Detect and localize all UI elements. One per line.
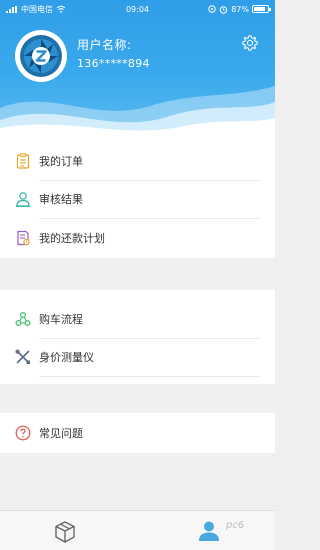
menu-item-faq[interactable]: 常见问题 <box>0 414 275 452</box>
menu-item-repayment-plan[interactable]: 我的还款计划 <box>0 219 275 257</box>
cube-icon[interactable] <box>53 520 77 544</box>
person-icon <box>16 192 30 207</box>
divider <box>39 376 260 377</box>
battery-icon <box>252 5 271 13</box>
menu-label: 审核结果 <box>39 193 83 206</box>
status-time: 09:04 <box>125 4 150 14</box>
plan-document-icon <box>17 230 30 246</box>
menu-group-faq: 常见问题 <box>0 413 275 453</box>
menu-item-value-meter[interactable]: 身价测量仪 <box>0 338 275 376</box>
menu-item-my-orders[interactable]: 我的订单 <box>0 142 275 180</box>
avatar[interactable] <box>15 30 67 82</box>
battery-level <box>254 7 266 11</box>
watermark: pc6 <box>226 520 245 531</box>
menu-label: 购车流程 <box>39 313 83 326</box>
header-wave <box>0 86 275 138</box>
camera-lens-logo-icon <box>20 35 62 77</box>
menu-label: 我的还款计划 <box>39 232 105 245</box>
settings-gear-icon[interactable] <box>241 34 259 52</box>
menu-item-review-result[interactable]: 审核结果 <box>0 180 275 218</box>
menu-group-orders: 我的订单 审核结果 我的还款计划 <box>0 138 275 258</box>
profile-header: 中国电信 09:04 87% 用户名称: 136*****894 <box>0 0 275 138</box>
menu-item-car-purchase-flow[interactable]: 购车流程 <box>0 300 275 338</box>
clipboard-icon <box>16 153 30 169</box>
user-phone: 136*****894 <box>77 57 150 70</box>
menu-label: 我的订单 <box>39 155 83 168</box>
tools-icon <box>15 349 30 364</box>
menu-label: 常见问题 <box>39 427 83 440</box>
menu-group-tools: 购车流程 身价测量仪 <box>0 290 275 384</box>
status-bar: 中国电信 09:04 87% <box>0 0 275 18</box>
menu-label: 身价测量仪 <box>39 351 94 364</box>
profile-icon[interactable] <box>197 519 221 543</box>
flow-icon <box>15 311 31 327</box>
question-icon <box>15 425 31 441</box>
username-label: 用户名称: <box>77 38 132 52</box>
